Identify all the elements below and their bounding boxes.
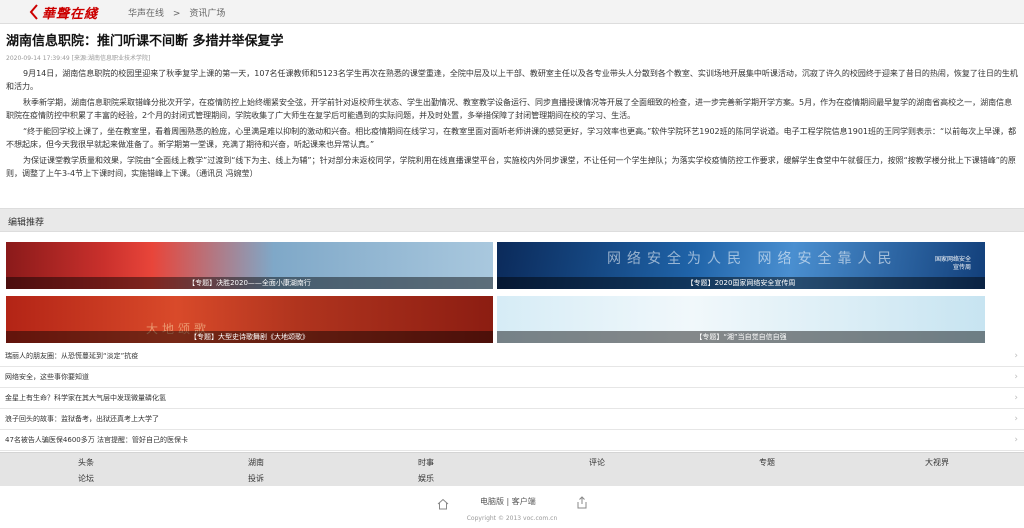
list-item[interactable]: 浪子回头的故事：监狱备考，出狱还真考上大学了 › [0, 409, 1024, 430]
news-list: 瑞丽人的朋友圈：从恐慌蔓延到“淡定”抗疫 › 网络安全，这些事你要知道 › 金星… [0, 346, 1024, 452]
chevron-right-icon: › [1014, 393, 1018, 403]
article-title: 湖南信息职院：推门听课不间断 多措并举保复学 [6, 34, 284, 49]
breadcrumb: 华声在线 > 资讯广场 [128, 6, 231, 19]
list-item-title: 金星上有生命？科学家在其大气层中发现微量磷化氢 [5, 394, 166, 402]
site-logo[interactable]: 華聲在綫 [42, 3, 98, 22]
nav-item-yule[interactable]: 娱乐 [418, 473, 434, 484]
list-item-title: 47名被告人骗医保4600多万 法官提醒：管好自己的医保卡 [5, 436, 188, 444]
list-item-title: 瑞丽人的朋友圈：从恐慌蔓延到“淡定”抗疫 [5, 352, 139, 360]
editor-picks-title: 编辑推荐 [8, 218, 45, 228]
nav-item-luntan[interactable]: 论坛 [78, 473, 94, 484]
footer: 电脑版 | 客户端 Copyright © 2013 voc.com.cn [0, 486, 1024, 528]
editor-picks-grid: 【专题】决胜2020——全面小康湖南行 网络安全为人民 网络安全靠人民 国家网络… [0, 232, 1024, 346]
nav-item-zhuanti[interactable]: 专题 [759, 457, 775, 468]
feature-card[interactable]: 【专题】“湘”当自觉自信自强 [497, 296, 985, 343]
chevron-right-icon: › [1014, 414, 1018, 424]
list-item-title: 网络安全，这些事你要知道 [5, 373, 89, 381]
feature-card[interactable]: 【专题】决胜2020——全面小康湖南行 [6, 242, 493, 289]
share-icon[interactable] [576, 494, 588, 509]
badge-line: 宣传周 [952, 264, 971, 271]
breadcrumb-home[interactable]: 华声在线 [128, 9, 164, 19]
home-icon[interactable] [437, 495, 449, 510]
feature-card-caption: 【专题】2020国家网络安全宣传周 [497, 277, 985, 289]
chevron-right-icon: › [1014, 435, 1018, 445]
list-item[interactable]: 47名被告人骗医保4600多万 法官提醒：管好自己的医保卡 › [0, 430, 1024, 451]
copyright-text: Copyright © 2013 voc.com.cn [466, 515, 558, 522]
editor-picks-header: 编辑推荐 [0, 208, 1024, 232]
back-arrow-icon[interactable] [28, 3, 42, 21]
chevron-right-icon: › [1014, 351, 1018, 361]
list-item-title: 浪子回头的故事：监狱备考，出狱还真考上大学了 [5, 415, 159, 423]
breadcrumb-separator: > [172, 9, 181, 19]
badge-line: 国家网络安全 [934, 256, 971, 263]
nav-item-toutiao[interactable]: 头条 [78, 457, 94, 468]
nav-item-shishi[interactable]: 时事 [418, 457, 434, 468]
breadcrumb-current[interactable]: 资讯广场 [189, 9, 225, 19]
nav-item-tousu[interactable]: 投诉 [248, 473, 264, 484]
article: 湖南信息职院：推门听课不间断 多措并举保复学 2020-09-14 17:39:… [0, 24, 1024, 208]
feature-card-caption: 【专题】大型史诗歌舞剧《大地颂歌》 [6, 331, 493, 343]
nav-item-hunan[interactable]: 湖南 [248, 457, 264, 468]
feature-card[interactable]: 网络安全为人民 网络安全靠人民 国家网络安全 宣传周 【专题】2020国家网络安… [497, 242, 985, 289]
feature-card[interactable]: 大地颂歌 【专题】大型史诗歌舞剧《大地颂歌》 [6, 296, 493, 343]
article-paragraph: 9月14日，湖南信息职院的校园里迎来了秋季复学上课的第一天，107名任课教师和5… [6, 69, 1018, 91]
article-paragraph: 为保证课堂教学质量和效果，学院由“全面线上教学”过渡到“线下为主、线上为辅”；针… [6, 156, 1016, 178]
feature-card-badge: 国家网络安全 宣传周 [935, 256, 971, 272]
feature-card-banner-text: 网络安全为人民 网络安全靠人民 [607, 251, 898, 267]
article-paragraph: 秋季新学期，湖南信息职院采取错峰分批次开学，在疫情防控上始终绷紧安全弦，开学前针… [6, 98, 1013, 120]
nav-item-pinglun[interactable]: 评论 [589, 457, 605, 468]
feature-card-caption: 【专题】决胜2020——全面小康湖南行 [6, 277, 493, 289]
footer-links[interactable]: 电脑版 | 客户端 [480, 496, 536, 507]
list-item[interactable]: 金星上有生命？科学家在其大气层中发现微量磷化氢 › [0, 388, 1024, 409]
bottom-nav: 头条 湖南 时事 评论 专题 大视界 论坛 投诉 娱乐 [0, 452, 1024, 486]
list-item[interactable]: 网络安全，这些事你要知道 › [0, 367, 1024, 388]
top-bar: 華聲在綫 华声在线 > 资讯广场 [0, 0, 1024, 24]
chevron-right-icon: › [1014, 372, 1018, 382]
article-meta: 2020-09-14 17:39:49 [来源:湖南信息职业技术学院] [6, 55, 151, 62]
feature-card-caption: 【专题】“湘”当自觉自信自强 [497, 331, 985, 343]
list-item[interactable]: 瑞丽人的朋友圈：从恐慌蔓延到“淡定”抗疫 › [0, 346, 1024, 367]
article-paragraph: “终于能回学校上课了，坐在教室里，看着周围熟悉的脸庞，心里满是难以抑制的激动和兴… [6, 127, 1017, 149]
nav-item-dashijie[interactable]: 大视界 [925, 457, 949, 468]
